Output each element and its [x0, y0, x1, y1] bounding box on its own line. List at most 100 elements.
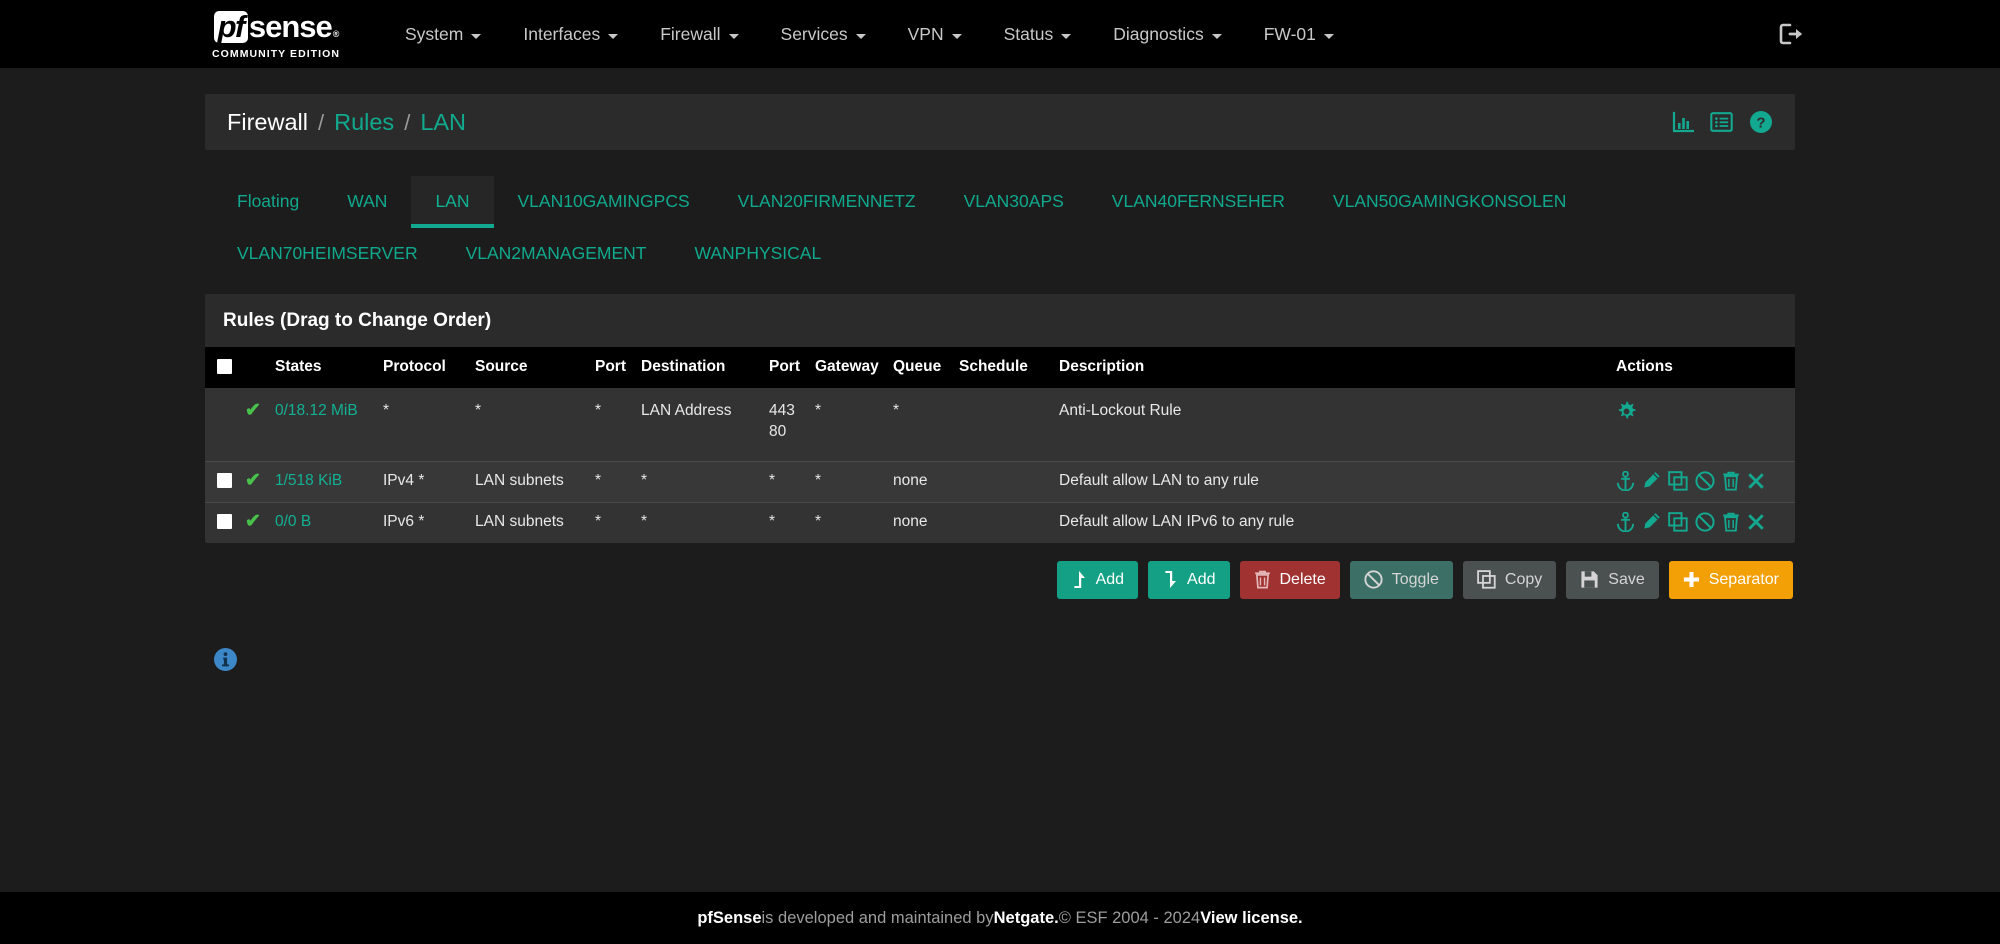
logout-button[interactable] [1779, 23, 1805, 45]
dest-port-primary: 443 [769, 402, 795, 419]
save-rules-button[interactable]: Save [1566, 560, 1659, 599]
nav-item-interfaces[interactable]: Interfaces [502, 0, 639, 68]
nav-item-diagnostics[interactable]: Diagnostics [1092, 0, 1242, 68]
breadcrumb-firewall: Firewall [227, 108, 308, 135]
nav-item-fw01[interactable]: FW-01 [1243, 0, 1355, 68]
nav-item-label: Services [780, 23, 848, 44]
add-rule-bottom-button[interactable]: Add [1148, 560, 1230, 599]
row-states-cell: 0/0 B [269, 502, 377, 542]
row-actions-cell [1610, 461, 1795, 502]
tab-vlan10gamingpcs[interactable]: VLAN10GAMINGPCS [494, 176, 714, 228]
table-row[interactable]: ✔ 0/18.12 MiB * * * LAN Address 443 80 *… [205, 388, 1795, 462]
interface-tabs: Floating WAN LAN VLAN10GAMINGPCS VLAN20F… [205, 176, 1795, 280]
tab-vlan30aps[interactable]: VLAN30APS [940, 176, 1088, 228]
row-select-cell [205, 461, 239, 502]
tab-vlan70heimserver[interactable]: VLAN70HEIMSERVER [213, 228, 442, 280]
col-actions: Actions [1610, 347, 1795, 388]
add-separator-button[interactable]: Separator [1668, 560, 1793, 599]
button-label: Add [1187, 570, 1216, 588]
pencil-icon[interactable] [1642, 512, 1661, 531]
nav-item-label: VPN [907, 23, 944, 44]
tab-vlan50gamingkonsolen[interactable]: VLAN50GAMINGKONSOLEN [1309, 176, 1590, 228]
dest-port-secondary: 80 [769, 422, 787, 440]
breadcrumb-separator: / [317, 109, 325, 135]
table-row[interactable]: ✔ 1/518 KiB IPv4 * LAN subnets * * * * n… [205, 461, 1795, 503]
row-select-cell [205, 502, 239, 542]
select-all-checkbox[interactable] [217, 359, 232, 375]
row-dest-port-cell: 443 80 [763, 388, 809, 461]
row-source-port-cell: * [595, 471, 602, 489]
nav-item-firewall[interactable]: Firewall [639, 0, 759, 68]
tab-lan[interactable]: LAN [411, 176, 494, 228]
legend-section [205, 647, 1795, 677]
tab-vlan20firmennetz[interactable]: VLAN20FIRMENNETZ [714, 176, 940, 228]
row-checkbox[interactable] [217, 473, 232, 489]
toggle-rules-button[interactable]: Toggle [1349, 560, 1453, 599]
pencil-icon[interactable] [1642, 471, 1661, 490]
rules-action-bar: Add Add Delete Toggle Copy Save Separato… [205, 560, 1795, 599]
nav-item-vpn[interactable]: VPN [887, 0, 983, 68]
log-list-icon[interactable] [1710, 111, 1733, 133]
nav-item-label: Status [1003, 23, 1054, 44]
chevron-down-icon [1211, 33, 1222, 39]
nav-item-system[interactable]: System [384, 0, 502, 68]
anchor-icon[interactable] [1616, 511, 1635, 532]
info-circle-icon[interactable] [213, 647, 238, 672]
states-link[interactable]: 0/0 B [275, 513, 311, 530]
status-pass-icon: ✔ [245, 469, 261, 491]
ban-icon[interactable] [1695, 512, 1715, 532]
nav-item-status[interactable]: Status [983, 0, 1093, 68]
row-queue-cell: none [893, 471, 928, 489]
row-source-cell: LAN subnets [475, 471, 564, 489]
breadcrumb-rules[interactable]: Rules [334, 109, 394, 136]
col-gateway: Gateway [809, 347, 887, 388]
close-icon[interactable] [1747, 472, 1765, 490]
breadcrumb-separator: / [404, 109, 411, 135]
trash-icon[interactable] [1722, 512, 1740, 532]
nav-item-services[interactable]: Services [760, 0, 887, 68]
row-checkbox[interactable] [217, 514, 232, 530]
tab-wanphysical[interactable]: WANPHYSICAL [670, 228, 845, 280]
tab-wan[interactable]: WAN [323, 176, 411, 228]
row-description-cell: Anti-Lockout Rule [1059, 402, 1182, 419]
states-link[interactable]: 1/518 KiB [275, 472, 342, 489]
row-protocol-cell: IPv4 * [383, 471, 425, 489]
panel-title: Rules (Drag to Change Order) [205, 294, 1795, 347]
states-link[interactable]: 0/18.12 MiB [275, 402, 358, 419]
footer-license-link[interactable]: View license. [1200, 909, 1302, 928]
footer-netgate-link[interactable]: Netgate. [994, 909, 1059, 928]
brand-subtitle: COMMUNITY EDITION [212, 47, 340, 60]
ban-icon[interactable] [1695, 471, 1715, 491]
tab-label: VLAN70HEIMSERVER [237, 243, 418, 263]
table-row[interactable]: ✔ 0/0 B IPv6 * LAN subnets * * * * none … [205, 502, 1795, 543]
trash-icon[interactable] [1722, 471, 1740, 491]
add-rule-top-button[interactable]: Add [1056, 560, 1139, 599]
breadcrumb-lan[interactable]: LAN [420, 109, 466, 136]
copy-icon [1477, 570, 1496, 589]
help-circle-icon[interactable]: ? [1749, 110, 1773, 134]
gear-icon[interactable] [1616, 401, 1637, 422]
top-navbar: pf sense ® COMMUNITY EDITION System Interf… [0, 0, 2000, 68]
close-icon[interactable] [1747, 513, 1765, 531]
row-description-cell: Default allow LAN IPv6 to any rule [1059, 512, 1295, 530]
anchor-icon[interactable] [1616, 470, 1635, 491]
chart-bar-icon[interactable] [1672, 111, 1694, 133]
pfsense-logo[interactable]: pf sense ® COMMUNITY EDITION [196, 9, 356, 60]
row-action-icons [1616, 401, 1789, 422]
row-actions-cell [1610, 502, 1795, 542]
row-action-icons [1616, 511, 1789, 532]
delete-rules-button[interactable]: Delete [1239, 560, 1340, 599]
col-select-all [205, 347, 239, 388]
row-select-cell [205, 388, 239, 461]
footer-text-2: © ESF 2004 - 2024 [1058, 908, 1201, 927]
copy-icon[interactable] [1668, 471, 1688, 491]
row-schedule-cell [953, 461, 1053, 502]
tab-floating[interactable]: Floating [213, 176, 323, 228]
chevron-down-icon [951, 33, 962, 39]
tab-vlan40fernseher[interactable]: VLAN40FERNSEHER [1088, 176, 1309, 228]
chevron-down-icon [1323, 33, 1334, 39]
tab-vlan2management[interactable]: VLAN2MANAGEMENT [442, 228, 671, 280]
row-destination-cell: LAN Address [641, 402, 732, 419]
copy-rules-button[interactable]: Copy [1462, 560, 1557, 599]
copy-icon[interactable] [1668, 511, 1688, 532]
